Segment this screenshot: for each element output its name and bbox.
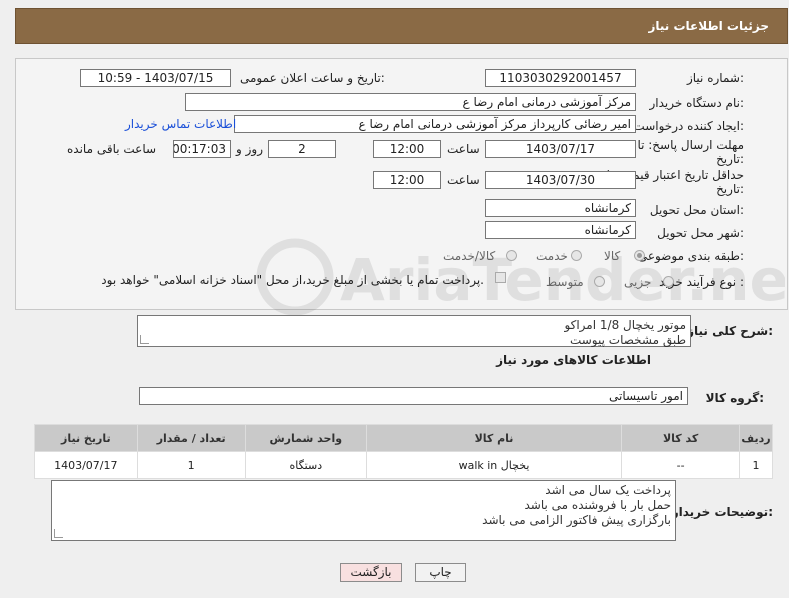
reply-deadline-label-date: تاریخ: bbox=[716, 152, 744, 166]
cell-need-date: 1403/07/17 bbox=[34, 451, 138, 479]
col-quantity: تعداد / مقدار bbox=[136, 424, 246, 452]
treasury-payment-checkbox[interactable] bbox=[495, 272, 506, 283]
province-label: استان محل تحویل: bbox=[649, 203, 744, 217]
announce-datetime-field: 1403/07/15 - 10:59 bbox=[80, 69, 231, 87]
description-line-1: موتور یخچال 1/8 امراکو bbox=[564, 318, 686, 332]
reply-time-field: 12:00 bbox=[373, 140, 441, 158]
price-validity-label-date: تاریخ: bbox=[716, 182, 744, 196]
category-goods-service-radio[interactable] bbox=[506, 250, 517, 261]
validity-time-field: 12:00 bbox=[373, 171, 441, 189]
buyer-notes-label: توضیحات خریدار: bbox=[671, 505, 773, 519]
reply-time-label: ساعت bbox=[447, 142, 480, 156]
col-item-name: نام کالا bbox=[365, 424, 623, 452]
resize-grip-icon[interactable] bbox=[54, 529, 63, 538]
back-button[interactable]: بازگشت bbox=[340, 563, 402, 582]
col-need-date: تاریخ نیاز bbox=[34, 424, 138, 452]
validity-date-field: 1403/07/30 bbox=[485, 171, 636, 189]
city-label: شهر محل تحویل: bbox=[657, 226, 744, 240]
reply-deadline-label: مهلت ارسال پاسخ: تا bbox=[637, 138, 744, 152]
treasury-payment-note: پرداخت تمام یا بخشی از مبلغ خرید،از محل … bbox=[101, 273, 484, 287]
goods-table: ردیف کد کالا نام کالا واحد شمارش تعداد /… bbox=[34, 424, 773, 479]
time-remaining-field: 00:17:03 bbox=[173, 140, 231, 158]
buyer-note-line-2: حمل بار با فروشنده می باشد bbox=[524, 498, 672, 512]
print-button[interactable]: چاپ bbox=[415, 563, 466, 582]
resize-grip-icon[interactable] bbox=[140, 335, 149, 344]
buyer-note-line-1: پرداخت یک سال می اشد bbox=[545, 483, 671, 497]
days-remaining-field: 2 bbox=[268, 140, 336, 158]
announce-datetime-label: تاریخ و ساعت اعلان عمومی: bbox=[240, 71, 385, 85]
table-row: 1 -- یخچال walk in دستگاه 1 1403/07/17 bbox=[34, 451, 773, 479]
days-label: روز و bbox=[236, 142, 263, 156]
cell-item-code: -- bbox=[621, 451, 741, 479]
reply-date-field: 1403/07/17 bbox=[485, 140, 636, 158]
description-line-2: طبق مشخصات پیوست bbox=[569, 333, 686, 347]
buyer-org-label: نام دستگاه خریدار: bbox=[649, 96, 745, 110]
col-row-number: ردیف bbox=[739, 424, 773, 452]
requester-label: ایجاد کننده درخواست: bbox=[633, 119, 744, 133]
buyer-notes-textarea[interactable]: پرداخت یک سال می اشد حمل بار با فروشنده … bbox=[51, 480, 676, 541]
cell-quantity: 1 bbox=[136, 451, 246, 479]
page-title: جزئیات اطلاعات نیاز bbox=[648, 19, 769, 33]
buyer-contact-link[interactable]: اطلاعات تماس خریدار bbox=[125, 117, 236, 131]
province-field: کرمانشاه bbox=[485, 199, 636, 217]
cell-row-number: 1 bbox=[739, 451, 773, 479]
goods-group-field: امور تاسیساتی bbox=[139, 387, 688, 405]
cell-item-name: یخچال walk in bbox=[365, 451, 623, 479]
category-label: طبقه بندی موضوعی: bbox=[637, 249, 744, 263]
page-header: جزئیات اطلاعات نیاز bbox=[15, 8, 788, 44]
category-goods-service-label: کالا/خدمت bbox=[443, 249, 496, 263]
time-remaining-label: ساعت باقی مانده bbox=[67, 142, 157, 156]
process-minor-label: جزیی bbox=[624, 275, 652, 289]
cell-unit: دستگاه bbox=[244, 451, 367, 479]
goods-group-label: گروه کالا: bbox=[705, 391, 764, 405]
general-description-textarea[interactable]: موتور یخچال 1/8 امراکو طبق مشخصات پیوست bbox=[137, 315, 691, 347]
process-medium-radio[interactable] bbox=[594, 276, 605, 287]
validity-time-label: ساعت bbox=[447, 173, 480, 187]
buyer-org-field: مرکز آموزشی درمانی امام رضا ع bbox=[185, 93, 636, 111]
category-service-radio[interactable] bbox=[571, 250, 582, 261]
col-item-code: کد کالا bbox=[621, 424, 741, 452]
general-description-label: شرح کلی نیاز: bbox=[687, 324, 773, 338]
buyer-note-line-3: بارگزاری پیش فاکتور الزامی می باشد bbox=[482, 513, 671, 527]
process-medium-label: متوسط bbox=[546, 275, 584, 289]
need-number-field: 1103030292001457 bbox=[485, 69, 636, 87]
city-field: کرمانشاه bbox=[485, 221, 636, 239]
goods-section-title: اطلاعات کالاهای مورد نیاز bbox=[496, 353, 651, 367]
need-number-label: شماره نیاز: bbox=[686, 71, 744, 85]
process-minor-radio[interactable] bbox=[663, 276, 674, 287]
category-service-label: خدمت bbox=[536, 249, 568, 263]
goods-table-header: ردیف کد کالا نام کالا واحد شمارش تعداد /… bbox=[34, 424, 773, 452]
requester-field: امیر رضائی کارپرداز مرکز آموزشی درمانی ا… bbox=[234, 115, 636, 133]
col-unit: واحد شمارش bbox=[244, 424, 367, 452]
category-goods-label: کالا bbox=[604, 249, 621, 263]
category-goods-radio[interactable] bbox=[634, 250, 645, 261]
